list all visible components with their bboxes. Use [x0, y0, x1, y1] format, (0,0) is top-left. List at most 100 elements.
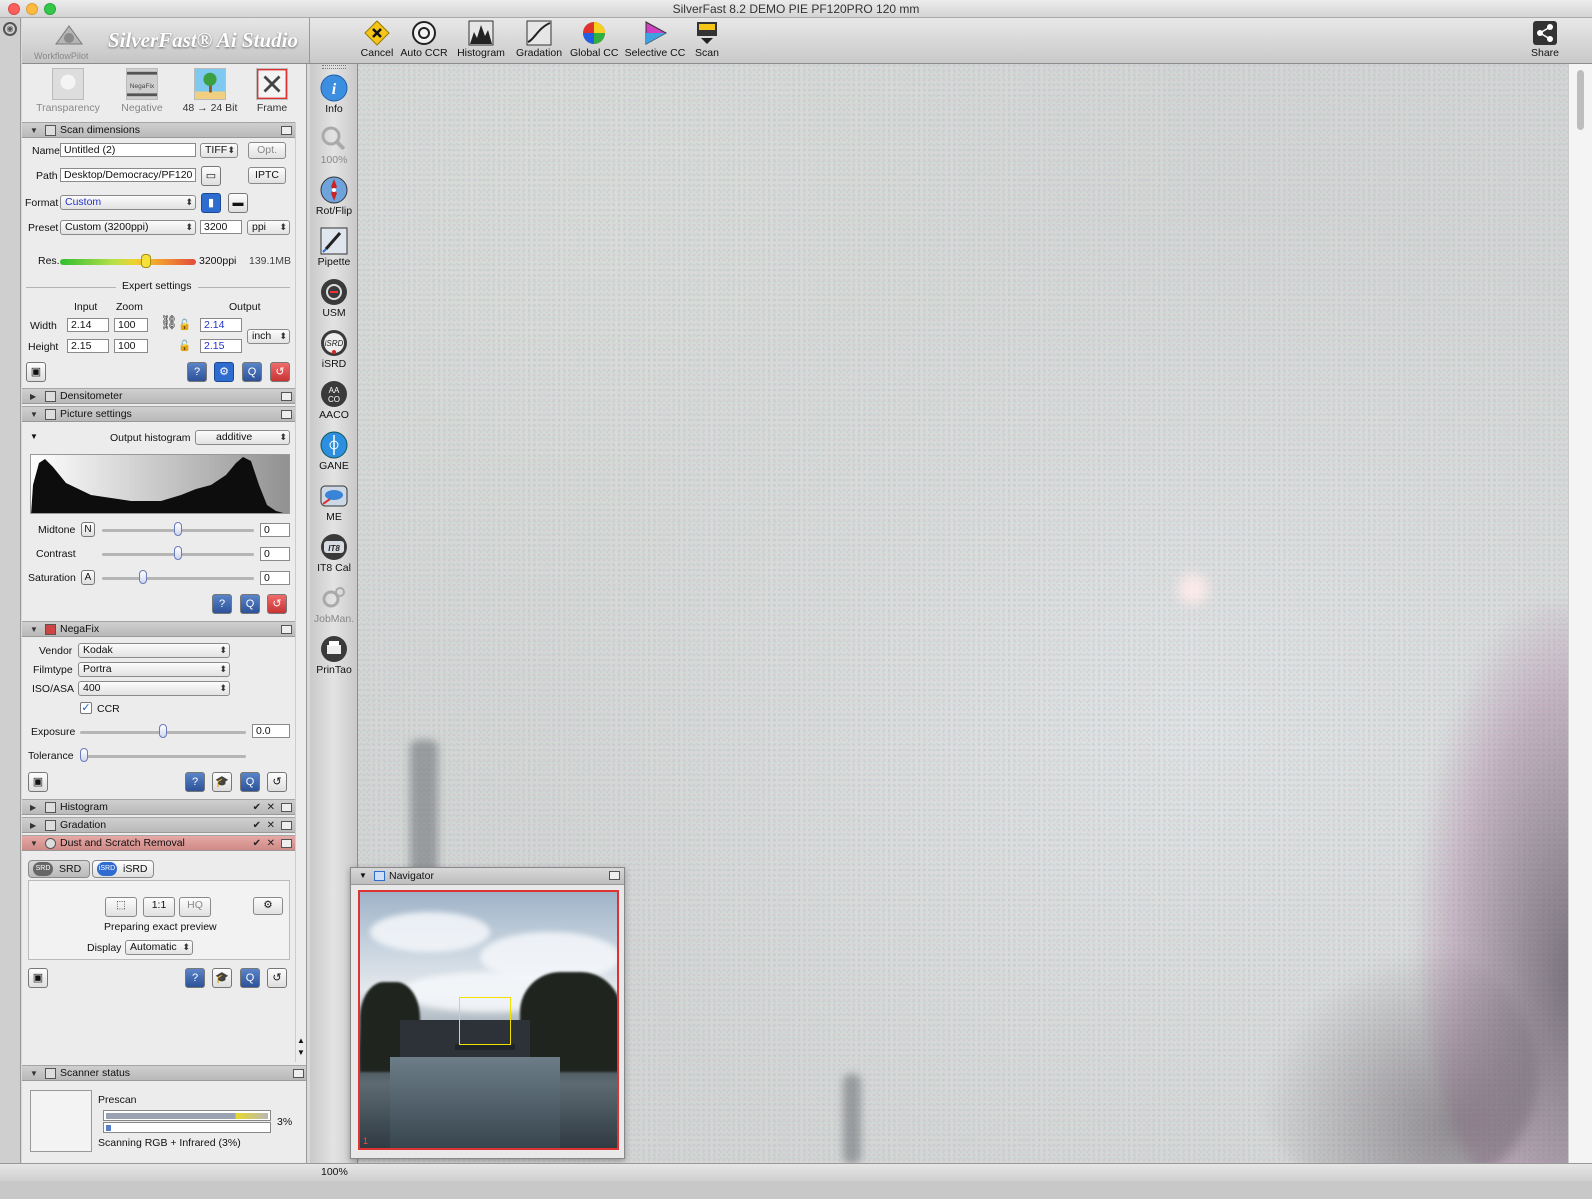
video-help-icon[interactable]: Q — [240, 772, 260, 792]
landscape-orientation-icon[interactable]: ▬ — [228, 193, 248, 213]
video-help-icon[interactable]: Q — [242, 362, 262, 382]
expand-triangle-icon[interactable]: ▶ — [30, 800, 36, 815]
tolerance-slider-knob[interactable] — [80, 748, 88, 762]
reset-icon[interactable]: ↺ — [267, 772, 287, 792]
help-icon[interactable]: ? — [185, 968, 205, 988]
exposure-slider-knob[interactable] — [159, 724, 167, 738]
histogram-section-header[interactable]: ▶ Histogram ✔ ✕ — [22, 799, 295, 815]
picture-settings-header[interactable]: ▼ Picture settings — [22, 406, 295, 422]
filmtype-select[interactable]: Portra — [78, 662, 230, 677]
gradation-section-header[interactable]: ▶ Gradation ✔ ✕ — [22, 817, 295, 833]
tab-srd[interactable]: SRD SRD — [28, 860, 90, 878]
jobman-tool-button[interactable]: JobMan. — [310, 584, 358, 625]
detach-icon[interactable] — [281, 410, 292, 419]
minimize-window-button[interactable] — [26, 3, 38, 15]
saturation-slider-knob[interactable] — [139, 570, 148, 584]
dust-scratch-removal-header[interactable]: ▼ Dust and Scratch Removal ✔ ✕ — [22, 835, 295, 851]
collapse-triangle-icon[interactable]: ▼ — [30, 1066, 38, 1081]
width-output-field[interactable]: 2.14 — [200, 318, 242, 332]
reset-icon[interactable]: ↺ — [270, 362, 290, 382]
rot-flip-tool-button[interactable]: Rot/Flip — [310, 176, 358, 217]
midtone-value-field[interactable]: 0 — [260, 523, 290, 537]
save-settings-icon[interactable]: ▣ — [28, 968, 48, 988]
densitometer-header[interactable]: ▶ Densitometer — [22, 388, 295, 404]
output-histogram-select[interactable]: additive — [195, 430, 290, 445]
zoom-tool-button[interactable]: 100% — [310, 125, 358, 166]
collapse-triangle-icon[interactable]: ▼ — [30, 622, 38, 637]
aaco-tool-button[interactable]: AA CO AACO — [310, 380, 358, 421]
detach-icon[interactable] — [281, 803, 292, 812]
enable-check-icon[interactable]: ✔ — [253, 836, 261, 851]
gane-tool-button[interactable]: GANE — [310, 431, 358, 472]
navigator-header[interactable]: ▼ Navigator — [351, 868, 624, 885]
iptc-button[interactable]: IPTC — [248, 167, 286, 184]
info-tool-button[interactable]: i Info — [310, 74, 358, 115]
unit-select[interactable]: inch — [247, 329, 290, 344]
auto-ccr-button[interactable]: Auto CCR — [400, 20, 448, 62]
tolerance-slider-track[interactable] — [80, 755, 246, 758]
expand-triangle-icon[interactable]: ▶ — [30, 818, 36, 833]
saturation-value-field[interactable]: 0 — [260, 571, 290, 585]
maximize-window-button[interactable] — [44, 3, 56, 15]
isrd-tool-button[interactable]: iSRD iSRD — [310, 329, 358, 370]
collapse-triangle-icon[interactable]: ▼ — [359, 868, 367, 884]
name-field[interactable]: Untitled (2) — [60, 143, 196, 157]
exposure-value-field[interactable]: 0.0 — [252, 724, 290, 738]
reset-icon[interactable]: ↺ — [267, 594, 287, 614]
one-to-one-button[interactable]: 1:1 — [143, 897, 175, 917]
format-select[interactable]: Custom — [60, 195, 196, 210]
display-select[interactable]: Automatic — [125, 940, 193, 955]
height-zoom-field[interactable]: 100 — [114, 339, 148, 353]
dust-gear-icon[interactable]: ⚙ — [253, 897, 283, 915]
disable-x-icon[interactable]: ✕ — [267, 800, 275, 815]
bit-depth-button[interactable]: 48 → 24 Bit — [178, 68, 242, 114]
video-help-icon[interactable]: Q — [240, 968, 260, 988]
portrait-orientation-icon[interactable]: ▮ — [201, 193, 221, 213]
collapse-triangle-icon[interactable]: ▼ — [30, 407, 38, 422]
enable-check-icon[interactable]: ✔ — [253, 818, 261, 833]
scroll-down-arrow-icon[interactable]: ▼ — [297, 1048, 305, 1057]
disable-x-icon[interactable]: ✕ — [267, 836, 275, 851]
reset-icon[interactable]: ↺ — [267, 968, 287, 988]
histogram-button[interactable]: Histogram — [455, 20, 507, 62]
eye-icon[interactable]: ◉ — [3, 22, 17, 36]
help-icon[interactable]: ? — [187, 362, 207, 382]
selective-cc-button[interactable]: Selective CC — [624, 20, 686, 62]
expand-triangle-icon[interactable]: ▶ — [30, 389, 36, 404]
histogram-options-triangle-icon[interactable]: ▼ — [30, 432, 38, 441]
path-field[interactable]: Desktop/Democracy/PF120 — [60, 168, 196, 182]
cancel-button[interactable]: Cancel — [360, 20, 394, 62]
navigator-window[interactable]: ▼ Navigator 1 — [350, 867, 625, 1159]
expert-mode-icon[interactable]: 🎓 — [212, 968, 232, 988]
iso-select[interactable]: 400 — [78, 681, 230, 696]
share-button[interactable]: Share — [1528, 20, 1562, 62]
options-button[interactable]: Opt. — [248, 142, 286, 159]
navigator-view-rectangle[interactable] — [459, 997, 511, 1045]
resolution-slider-track[interactable] — [60, 259, 196, 265]
midtone-slider-knob[interactable] — [174, 522, 182, 536]
height-output-field[interactable]: 2.15 — [200, 339, 242, 353]
lock-icon[interactable]: 🔓 — [178, 339, 191, 352]
scan-dimensions-header[interactable]: ▼ Scan dimensions — [22, 122, 295, 138]
height-input-field[interactable]: 2.15 — [67, 339, 109, 353]
saturation-mode-button[interactable]: A — [81, 570, 95, 585]
selection-frame-button[interactable]: ⬚ — [105, 897, 137, 917]
scan-button[interactable]: Scan — [692, 20, 722, 62]
vendor-select[interactable]: Kodak — [78, 643, 230, 658]
ppi-field[interactable]: 3200 — [200, 220, 242, 234]
detach-icon[interactable] — [281, 392, 292, 401]
detach-icon[interactable] — [281, 625, 292, 634]
preset-select[interactable]: Custom (3200ppi) — [60, 220, 196, 235]
panel-scrollbar[interactable]: ▲ ▼ — [295, 122, 306, 1062]
save-settings-icon[interactable]: ▣ — [28, 772, 48, 792]
scroll-up-arrow-icon[interactable]: ▲ — [297, 1036, 305, 1045]
width-input-field[interactable]: 2.14 — [67, 318, 109, 332]
drag-handle[interactable] — [322, 65, 346, 69]
ppi-unit-select[interactable]: ppi — [247, 220, 290, 235]
hq-button[interactable]: HQ — [179, 897, 211, 917]
folder-icon[interactable]: ▭ — [201, 166, 221, 186]
detach-icon[interactable] — [281, 126, 292, 135]
midtone-mode-button[interactable]: N — [81, 522, 95, 537]
detach-icon[interactable] — [281, 839, 292, 848]
save-settings-icon[interactable]: ▣ — [26, 362, 46, 382]
